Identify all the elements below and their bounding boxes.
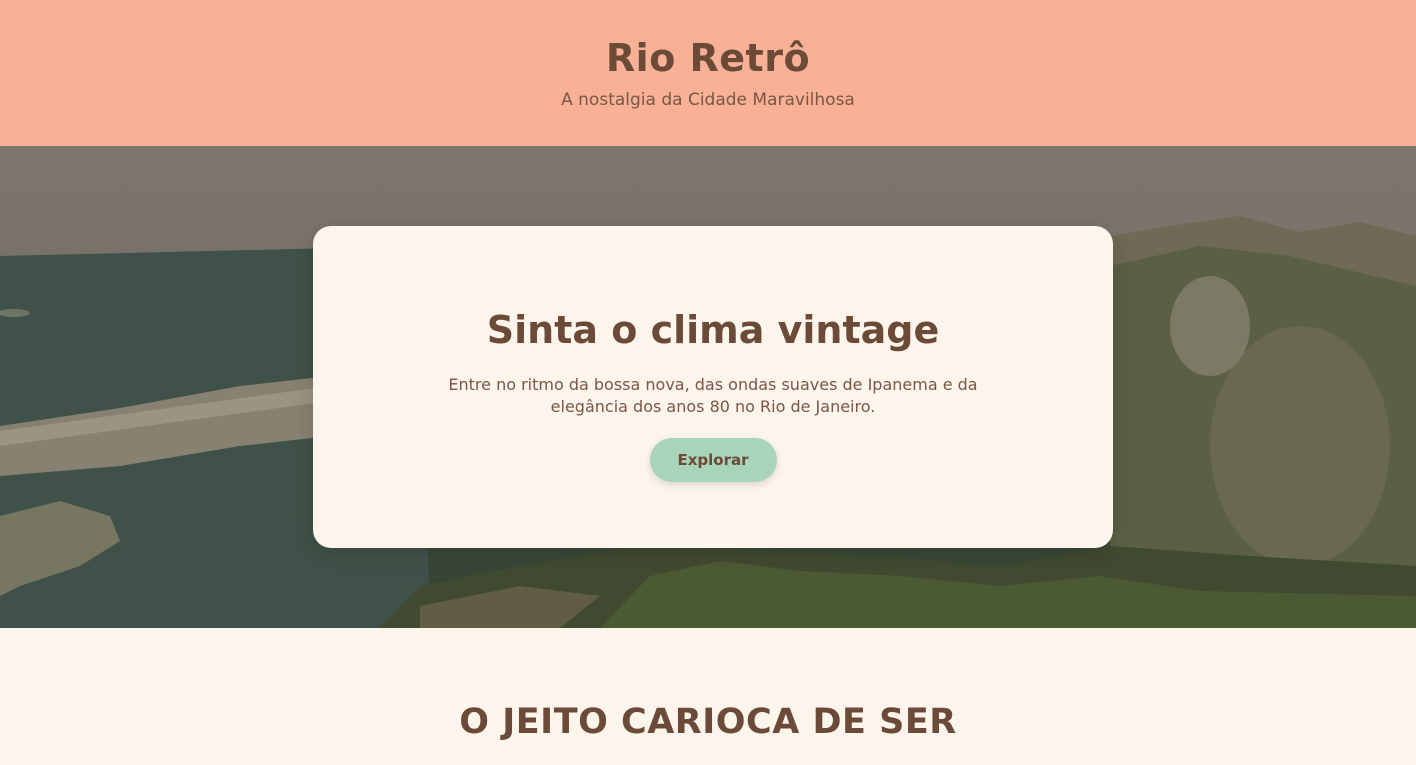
explore-button[interactable]: Explorar	[649, 438, 777, 482]
about-section: O JEITO CARIOCA DE SER	[0, 628, 1416, 765]
hero-section: Sinta o clima vintage Entre no ritmo da …	[0, 146, 1416, 628]
site-title: Rio Retrô	[605, 36, 811, 80]
hero-description: Entre no ritmo da bossa nova, das ondas …	[448, 375, 978, 416]
section-title: O JEITO CARIOCA DE SER	[459, 702, 957, 742]
hero-card: Sinta o clima vintage Entre no ritmo da …	[313, 226, 1113, 548]
site-tagline: A nostalgia da Cidade Maravilhosa	[561, 90, 855, 110]
site-header: Rio Retrô A nostalgia da Cidade Maravilh…	[0, 0, 1416, 146]
hero-heading: Sinta o clima vintage	[486, 308, 940, 352]
